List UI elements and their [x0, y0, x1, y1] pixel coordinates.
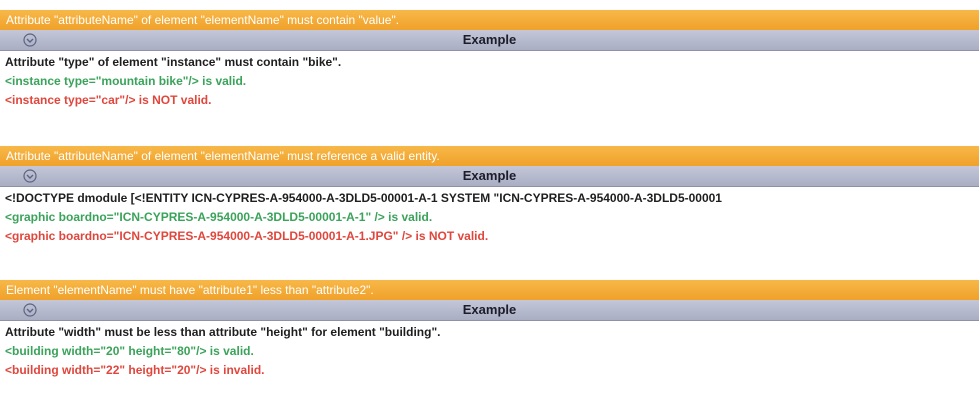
valid-example: <instance type="mountain bike"/> is vali… — [5, 74, 247, 88]
example-description: Attribute "type" of element "instance" m… — [5, 55, 342, 69]
valid-example: <building width="20" height="80"/> is va… — [5, 344, 254, 358]
example-header[interactable]: Example — [0, 30, 979, 51]
example-lines: Attribute "type" of element "instance" m… — [0, 51, 979, 110]
rule-panel-1: Attribute "attributeName" of element "el… — [0, 10, 979, 110]
example-description: <!DOCTYPE dmodule [<!ENTITY ICN-CYPRES-A… — [5, 191, 722, 205]
example-lines: <!DOCTYPE dmodule [<!ENTITY ICN-CYPRES-A… — [0, 187, 979, 246]
rule-panel-3: Element "elementName" must have "attribu… — [0, 280, 979, 380]
example-header[interactable]: Example — [0, 300, 979, 321]
example-label: Example — [462, 32, 517, 47]
invalid-example: <instance type="car"/> is NOT valid. — [5, 93, 212, 107]
example-description: Attribute "width" must be less than attr… — [5, 325, 441, 339]
example-header[interactable]: Example — [0, 166, 979, 187]
example-label: Example — [462, 302, 517, 317]
rule-title: Element "elementName" must have "attribu… — [0, 280, 979, 300]
invalid-example: <building width="22" height="20"/> is in… — [5, 363, 265, 377]
rule-panel-2: Attribute "attributeName" of element "el… — [0, 146, 979, 246]
invalid-example: <graphic boardno="ICN-CYPRES-A-954000-A-… — [5, 229, 489, 243]
valid-example: <graphic boardno="ICN-CYPRES-A-954000-A-… — [5, 210, 433, 224]
rule-title: Attribute "attributeName" of element "el… — [0, 146, 979, 166]
example-lines: Attribute "width" must be less than attr… — [0, 321, 979, 380]
rule-title: Attribute "attributeName" of element "el… — [0, 10, 979, 30]
example-label: Example — [462, 168, 517, 183]
